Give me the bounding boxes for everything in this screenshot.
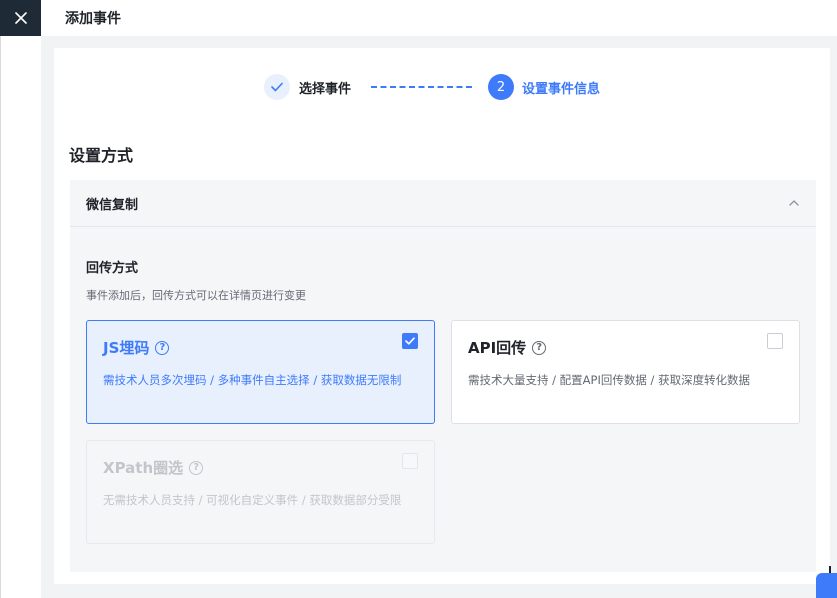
option-api-desc: 需技术大量支持 / 配置API回传数据 / 获取深度转化数据 bbox=[468, 373, 751, 387]
step-2-number: 2 bbox=[488, 74, 514, 100]
collapse-title: 微信复制 bbox=[86, 197, 139, 213]
option-js-checkbox[interactable] bbox=[402, 333, 418, 349]
collapse-header[interactable]: 微信复制 bbox=[70, 180, 816, 227]
option-js-card[interactable]: JS埋码 ? 需技术人员多次埋码 / 多种事件自主选择 / 获取数据无限制 bbox=[86, 320, 435, 424]
callback-method-title: 回传方式 bbox=[86, 261, 139, 276]
option-xpath-title: XPath圈选 bbox=[103, 459, 184, 477]
step-connector bbox=[371, 86, 472, 88]
page-title: 添加事件 bbox=[65, 11, 121, 27]
section-title: 设置方式 bbox=[69, 146, 134, 165]
check-icon bbox=[405, 337, 415, 345]
option-xpath-card: XPath圈选 ? 无需技术人员支持 / 可视化自定义事件 / 获取数据部分受限 bbox=[86, 440, 435, 544]
option-api-checkbox[interactable] bbox=[767, 333, 783, 349]
option-api-title: API回传 bbox=[468, 339, 527, 357]
help-circle-icon: ? bbox=[189, 460, 204, 475]
collapse-panel: 微信复制 回传方式 事件添加后，回传方式可以在详情页进行变更 JS埋码 ? 需技… bbox=[70, 180, 816, 572]
step-1-label: 选择事件 bbox=[299, 82, 352, 97]
option-js-title: JS埋码 bbox=[103, 339, 150, 357]
chevron-up-icon[interactable] bbox=[788, 197, 800, 209]
step-1-done-indicator bbox=[264, 74, 290, 100]
check-icon bbox=[271, 82, 283, 92]
callback-method-desc: 事件添加后，回传方式可以在详情页进行变更 bbox=[86, 289, 306, 302]
help-circle-icon[interactable]: ? bbox=[155, 340, 170, 355]
step-2-label: 设置事件信息 bbox=[522, 82, 601, 97]
header-bar: 添加事件 bbox=[41, 0, 837, 36]
help-circle-icon[interactable]: ? bbox=[532, 340, 547, 355]
option-xpath-checkbox bbox=[402, 453, 418, 469]
close-icon bbox=[14, 12, 27, 24]
option-xpath-desc: 无需技术人员支持 / 可视化自定义事件 / 获取数据部分受限 bbox=[103, 493, 402, 507]
option-api-card[interactable]: API回传 ? 需技术大量支持 / 配置API回传数据 / 获取深度转化数据 bbox=[451, 320, 800, 424]
option-js-desc: 需技术人员多次埋码 / 多种事件自主选择 / 获取数据无限制 bbox=[103, 373, 402, 387]
close-button[interactable] bbox=[0, 0, 41, 36]
steps-indicator: 选择事件 2 设置事件信息 bbox=[0, 72, 837, 102]
floating-help-button[interactable] bbox=[816, 573, 837, 598]
